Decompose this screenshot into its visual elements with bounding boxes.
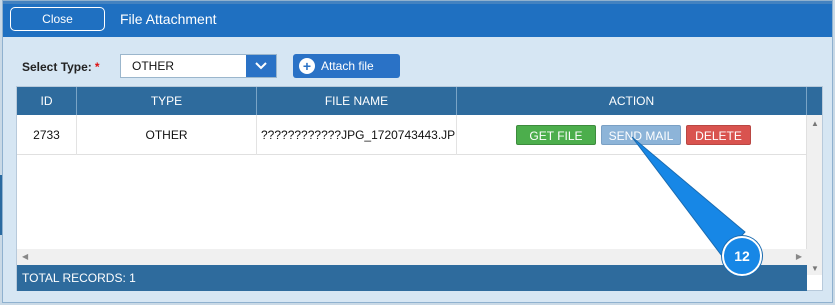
vertical-scrollbar[interactable]: ▲ ▼ bbox=[806, 115, 822, 275]
select-type-label: Select Type: * bbox=[22, 60, 99, 74]
grid-footer: TOTAL RECORDS: 1 bbox=[17, 265, 807, 291]
attach-file-label: Attach file bbox=[321, 59, 374, 73]
scroll-up-icon[interactable]: ▲ bbox=[811, 119, 819, 128]
cell-file-name: ????????????JPG_1720743443.JP bbox=[257, 115, 457, 155]
file-attachment-dialog: Close File Attachment Select Type: * OTHE… bbox=[2, 0, 833, 303]
dialog-titlebar: Close File Attachment bbox=[3, 1, 832, 37]
type-select-value: OTHER bbox=[132, 59, 174, 73]
cell-type: OTHER bbox=[77, 115, 257, 155]
horizontal-scrollbar[interactable]: ◀ ▶ bbox=[17, 249, 807, 265]
column-header-type[interactable]: TYPE bbox=[77, 87, 257, 115]
close-button[interactable]: Close bbox=[10, 7, 105, 31]
attach-file-button[interactable]: + Attach file bbox=[293, 54, 400, 78]
callout-badge: 12 bbox=[722, 236, 762, 276]
plus-icon: + bbox=[299, 58, 315, 74]
type-select[interactable]: OTHER bbox=[120, 54, 277, 78]
titlebar-background-strip bbox=[3, 1, 832, 4]
scroll-down-icon[interactable]: ▼ bbox=[811, 264, 819, 273]
cell-id: 2733 bbox=[17, 115, 77, 155]
column-header-file-name[interactable]: FILE NAME bbox=[257, 87, 457, 115]
chevron-down-icon[interactable] bbox=[246, 55, 276, 77]
grid-header: ID TYPE FILE NAME ACTION bbox=[17, 87, 822, 115]
scroll-left-icon[interactable]: ◀ bbox=[22, 252, 28, 261]
get-file-button[interactable]: GET FILE bbox=[516, 125, 596, 145]
attachments-grid: ID TYPE FILE NAME ACTION 2733 OTHER ????… bbox=[16, 86, 823, 291]
scroll-right-icon[interactable]: ▶ bbox=[796, 252, 802, 261]
delete-button[interactable]: DELETE bbox=[686, 125, 751, 145]
table-row[interactable]: 2733 OTHER ????????????JPG_1720743443.JP… bbox=[17, 115, 807, 155]
column-header-id[interactable]: ID bbox=[17, 87, 77, 115]
dialog-title: File Attachment bbox=[120, 11, 217, 27]
column-header-action[interactable]: ACTION bbox=[457, 87, 807, 115]
select-type-label-text: Select Type: bbox=[22, 60, 92, 74]
total-records: TOTAL RECORDS: 1 bbox=[22, 271, 136, 285]
required-mark: * bbox=[94, 60, 100, 74]
send-mail-button[interactable]: SEND MAIL bbox=[601, 125, 681, 145]
